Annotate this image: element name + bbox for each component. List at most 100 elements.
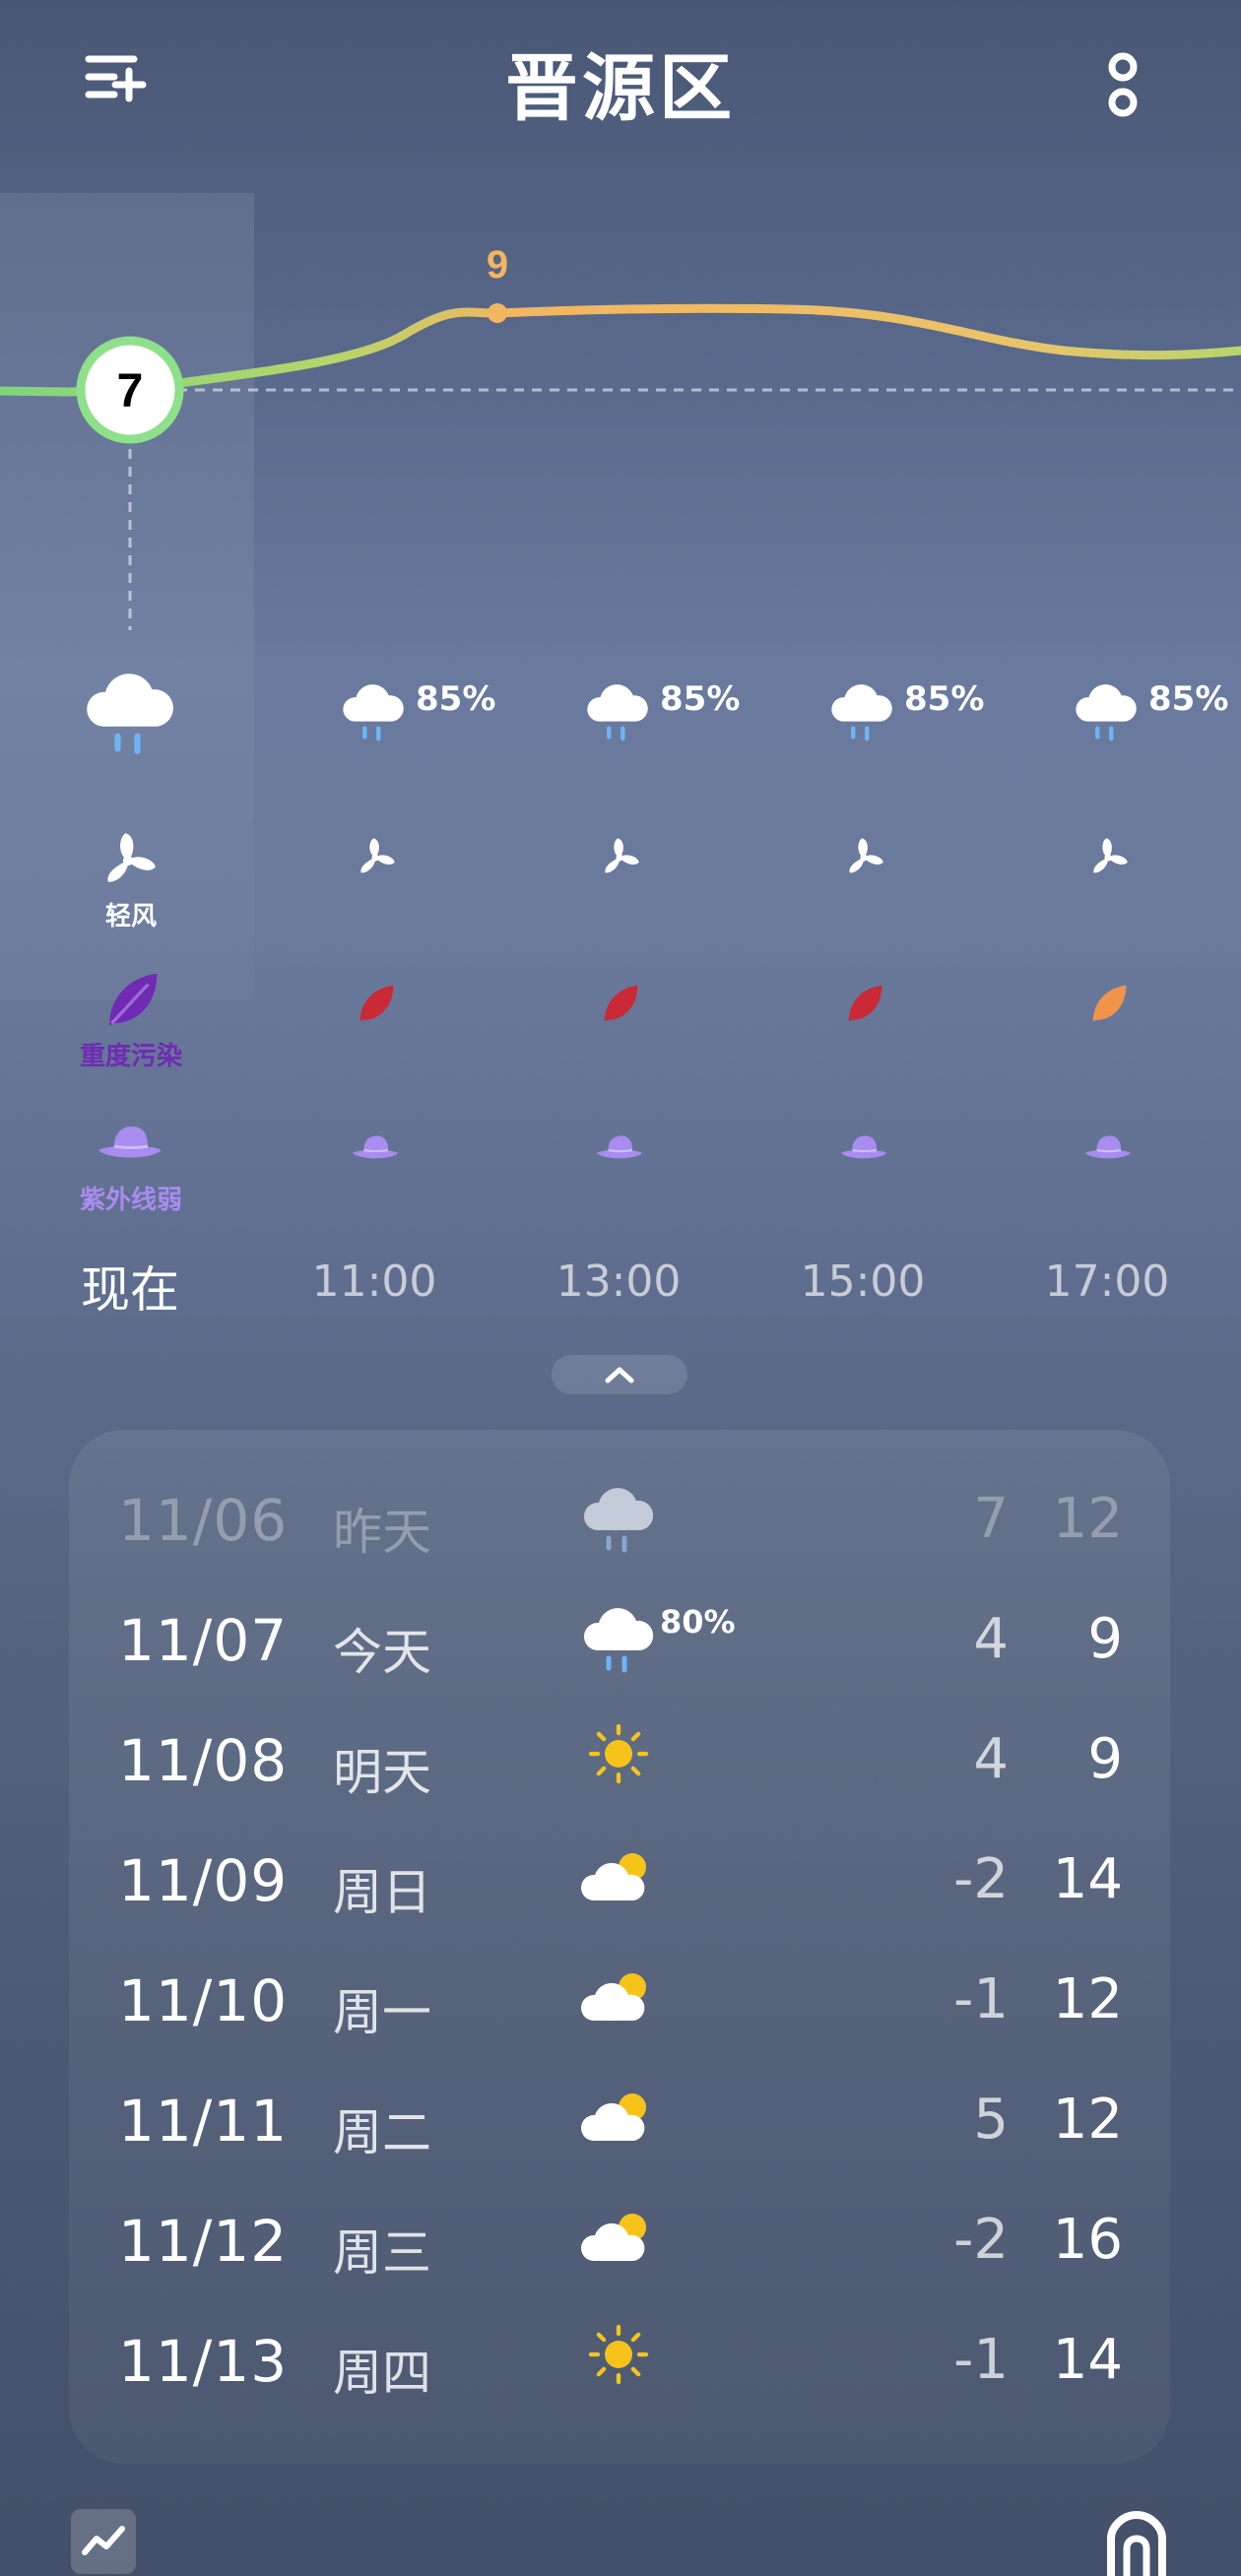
- leaf-icon: [597, 981, 642, 1026]
- daily-day: 今天: [333, 1624, 431, 1681]
- current-wind: [91, 823, 169, 892]
- more-vertical-icon: [1108, 52, 1138, 117]
- leaf-icon: [109, 973, 158, 1026]
- daily-date: 11/10: [118, 1967, 289, 2034]
- sun-icon: [579, 1719, 658, 1788]
- hour-time: 13:00: [555, 1256, 682, 1307]
- sun-icon: [579, 2320, 658, 2389]
- leaf-icon: [841, 981, 886, 1026]
- daily-row[interactable]: 11/11 周二 5 12: [0, 2062, 1241, 2182]
- hour-weather: [1072, 681, 1141, 750]
- current-temp-value: 7: [117, 365, 144, 418]
- daily-high: 12: [1052, 1487, 1123, 1551]
- daily-row[interactable]: 11/09 周日 -2 14: [0, 1822, 1241, 1942]
- daily-row[interactable]: 11/07 今天 80% 4 9: [0, 1581, 1241, 1702]
- hour-weather: [583, 681, 652, 750]
- sun-hat-icon: [347, 1128, 404, 1172]
- daily-high: 9: [1087, 1607, 1123, 1671]
- daily-day: 周日: [333, 1864, 431, 1921]
- current-time-label: 现在: [81, 1261, 179, 1319]
- aqi-leaf-mark: [359, 985, 394, 1022]
- daily-date: 11/13: [118, 2328, 289, 2395]
- daily-low: 7: [973, 1487, 1009, 1551]
- peak-temp-label: 9: [487, 243, 508, 287]
- temperature-line: [0, 303, 1241, 397]
- daily-date: 11/09: [118, 1847, 289, 1914]
- daily-high: 16: [1052, 2208, 1123, 2272]
- hour-time: 17:00: [1044, 1256, 1170, 1307]
- hour-time: 11:00: [311, 1256, 437, 1307]
- current-aqi: [98, 967, 163, 1032]
- chevron-up-icon: [605, 1367, 634, 1384]
- home-icon: [1107, 2510, 1166, 2576]
- daily-high: 12: [1052, 1967, 1123, 2031]
- daily-low: 5: [973, 2088, 1009, 2152]
- hour-precip: 85%: [904, 679, 985, 719]
- daily-date: 11/07: [118, 1607, 289, 1674]
- daily-day: 周一: [333, 1984, 431, 2041]
- daily-high: 9: [1087, 1727, 1123, 1791]
- hour-time: 15:00: [800, 1256, 926, 1307]
- daily-row[interactable]: 11/08 明天 4 9: [0, 1702, 1241, 1822]
- collapse-hourly-button[interactable]: [552, 1355, 687, 1394]
- daily-day: 周四: [333, 2345, 431, 2402]
- daily-date: 11/06: [118, 1487, 289, 1554]
- daily-row[interactable]: 11/10 周一 -1 12: [0, 1942, 1241, 2062]
- more-button[interactable]: [1093, 47, 1152, 126]
- sun-hat-icon: [91, 1117, 169, 1176]
- wind-fan-icon: [1081, 831, 1135, 884]
- current-uv-label: 紫外线弱: [79, 1186, 182, 1215]
- daily-date: 11/11: [118, 2088, 289, 2155]
- sun-hat-icon: [1079, 1128, 1137, 1172]
- partly-cloudy-icon: [579, 1845, 658, 1914]
- daily-low: -1: [953, 1967, 1009, 2031]
- daily-date: 11/12: [118, 2208, 289, 2275]
- partly-cloudy-icon: [579, 1965, 658, 2034]
- rain-cloud-icon: [583, 681, 652, 742]
- trend-chart-button[interactable]: [71, 2509, 136, 2574]
- partly-cloudy-icon: [579, 2086, 658, 2155]
- rain-cloud-icon: [827, 681, 896, 742]
- daily-low: 4: [973, 1727, 1009, 1791]
- daily-day: 周二: [333, 2104, 431, 2161]
- daily-row[interactable]: 11/13 周四 -1 14: [0, 2302, 1241, 2422]
- rain-cloud-icon: [579, 1485, 658, 1554]
- hour-weather: [827, 681, 896, 750]
- peak-temp-point: [488, 303, 507, 323]
- rain-cloud-icon: [579, 1605, 658, 1674]
- hour-precip: 85%: [660, 679, 741, 719]
- rain-cloud-icon: [339, 681, 408, 742]
- daily-day: 周三: [333, 2224, 431, 2282]
- daily-row[interactable]: 11/12 周三 -2 16: [0, 2182, 1241, 2302]
- daily-low: -2: [953, 2208, 1009, 2272]
- daily-day: 明天: [333, 1744, 431, 1801]
- sun-hat-icon: [835, 1128, 892, 1172]
- wind-fan-icon: [593, 831, 646, 884]
- daily-low: -1: [953, 2328, 1009, 2392]
- rain-cloud-icon: [1072, 681, 1141, 742]
- wind-fan-icon: [349, 831, 402, 884]
- hour-precip: 85%: [416, 679, 496, 719]
- location-title[interactable]: 晋源区: [0, 30, 1241, 135]
- daily-date: 11/08: [118, 1727, 289, 1794]
- daily-day: 昨天: [333, 1504, 431, 1561]
- daily-high: 12: [1052, 2088, 1123, 2152]
- leaf-icon: [353, 981, 398, 1026]
- current-aqi-label: 重度污染: [79, 1042, 182, 1071]
- hourly-temperature-curve: 9 7: [0, 243, 1241, 630]
- hour-precip: 85%: [1148, 679, 1229, 719]
- daily-high: 14: [1052, 2328, 1123, 2392]
- wind-fan-icon: [91, 823, 165, 898]
- hour-weather: [339, 681, 408, 750]
- daily-row[interactable]: 11/06 昨天 7 12: [0, 1461, 1241, 1581]
- sun-hat-icon: [591, 1128, 648, 1172]
- home-button[interactable]: [1103, 2507, 1170, 2576]
- current-uv: [91, 1117, 169, 1176]
- daily-high: 14: [1052, 1847, 1123, 1911]
- leaf-icon: [1085, 981, 1131, 1026]
- trend-chart-icon: [82, 2526, 125, 2555]
- current-weather: [81, 670, 179, 756]
- daily-low: -2: [953, 1847, 1009, 1911]
- daily-precip: 80%: [660, 1603, 736, 1641]
- rain-cloud-icon: [81, 670, 179, 756]
